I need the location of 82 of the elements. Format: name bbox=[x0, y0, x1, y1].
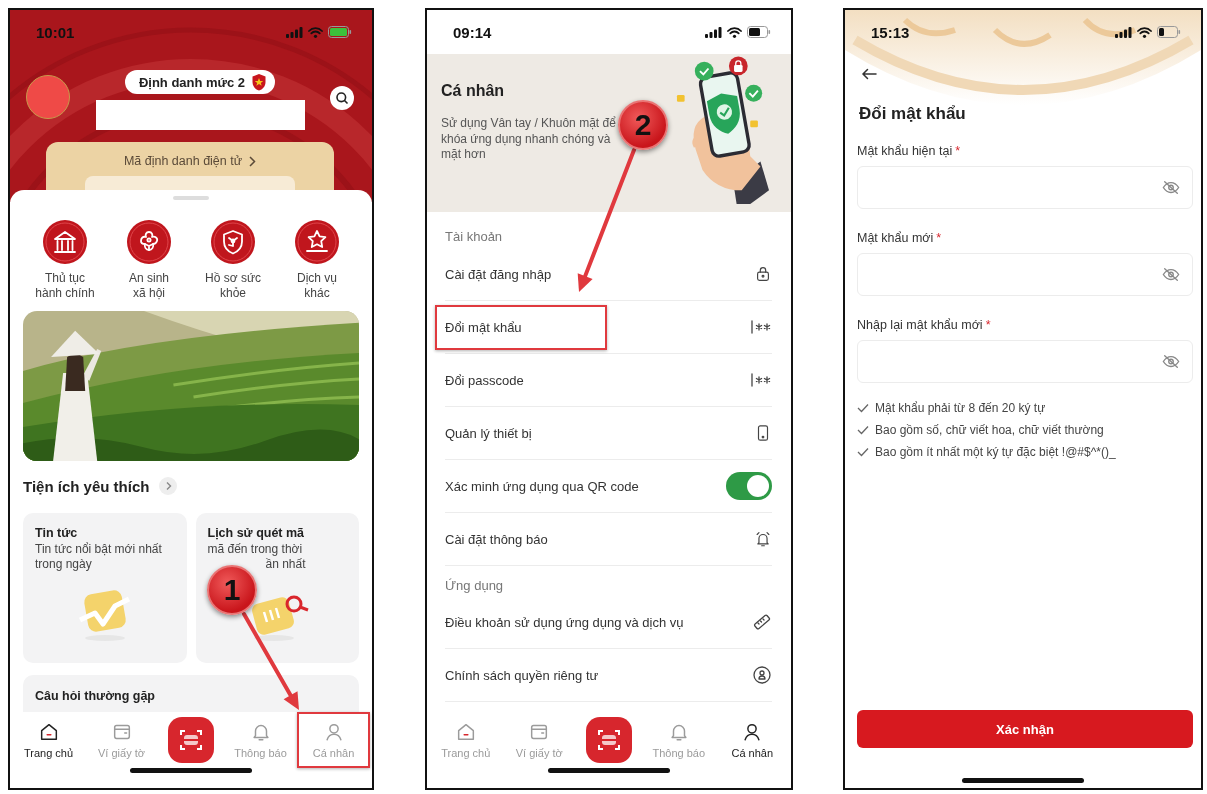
card-title: Lịch sử quét mã bbox=[207, 526, 305, 540]
scan-icon bbox=[178, 727, 204, 753]
wifi-icon bbox=[1137, 26, 1152, 38]
card-description: trong ngày bbox=[35, 557, 92, 572]
intro-text: mặt hơn bbox=[441, 147, 486, 163]
service-item[interactable]: Dịch vụ khác bbox=[275, 220, 359, 301]
settings-row[interactable]: Quản lý thiết bị bbox=[445, 407, 772, 460]
card-title: Tin tức bbox=[35, 526, 78, 540]
password-field[interactable] bbox=[857, 253, 1193, 296]
settings-row[interactable]: Xác minh ứng dụng qua QR code bbox=[445, 460, 772, 513]
section-title: Ứng dụng bbox=[445, 577, 505, 595]
password-field[interactable] bbox=[857, 340, 1193, 383]
chevron-icon bbox=[249, 155, 257, 167]
service-item[interactable]: Hồ sơ sức khỏe bbox=[191, 220, 275, 301]
scan-button[interactable] bbox=[586, 717, 632, 763]
card-description: ần nhất bbox=[265, 557, 306, 572]
search-icon[interactable] bbox=[330, 86, 354, 110]
battery-icon bbox=[1157, 26, 1181, 38]
service-item[interactable]: Thủ tục hành chính bbox=[23, 220, 107, 301]
check-icon bbox=[857, 425, 869, 435]
lock-icon bbox=[754, 265, 772, 283]
settings-row[interactable]: Cài đặt thông báo bbox=[445, 513, 772, 566]
shield-star-icon bbox=[251, 73, 268, 91]
battery-icon bbox=[747, 26, 771, 38]
wifi-icon bbox=[727, 26, 742, 38]
intro-text: khóa ứng dụng nhanh chóng và bbox=[441, 131, 611, 147]
scan-button[interactable] bbox=[168, 717, 214, 763]
ruler-icon bbox=[752, 612, 772, 632]
avatar bbox=[26, 75, 70, 119]
settings-row[interactable]: Điều khoản sử dụng ứng dụng và dịch vụ bbox=[445, 596, 772, 649]
tab-item[interactable]: Cá nhân bbox=[715, 712, 789, 768]
settings-row[interactable]: Chính sách quyền riêng tư bbox=[445, 649, 772, 702]
intro-text: Sử dụng Vân tay / Khuôn mặt để bbox=[441, 116, 616, 132]
status-time: 10:01 bbox=[36, 23, 75, 41]
check-icon bbox=[857, 403, 869, 413]
scan-icon bbox=[596, 727, 622, 753]
rule-text: Mật khẩu phải từ 8 đến 20 ký tự bbox=[875, 401, 1046, 415]
sheet-handle bbox=[173, 196, 209, 200]
password-mask-icon bbox=[750, 373, 772, 387]
tab-item[interactable]: Trang chủ bbox=[12, 712, 85, 768]
flower-icon bbox=[127, 220, 171, 264]
faq-card[interactable]: Câu hỏi thường gặp bbox=[23, 675, 359, 712]
signal-icon bbox=[705, 26, 722, 38]
card-description: Tin tức nổi bật mới nhất bbox=[35, 542, 162, 557]
page-title: Cá nhân bbox=[441, 82, 506, 100]
settings-row[interactable]: Đổi passcode bbox=[445, 354, 772, 407]
signal-icon bbox=[1115, 26, 1132, 38]
field-label: Nhập lại mật khẩu mới * bbox=[857, 318, 991, 332]
card-description: mã đến trong thời bbox=[207, 542, 303, 557]
eye-off-icon[interactable] bbox=[1162, 180, 1180, 195]
id-card-link[interactable]: Mã định danh điện tử bbox=[123, 154, 257, 168]
check-icon bbox=[857, 447, 869, 457]
card-title: Câu hỏi thường gặp bbox=[35, 689, 155, 703]
settings-row[interactable]: Đổi mật khẩu bbox=[445, 301, 772, 354]
rule-text: Bao gồm ít nhất một ký tự đặc biệt !@#$^*()_ bbox=[875, 445, 1116, 459]
service-item[interactable]: An sinh xã hội bbox=[107, 220, 191, 301]
status-time: 15:13 bbox=[871, 23, 910, 41]
confirm-button[interactable]: Xác nhận bbox=[857, 710, 1193, 748]
person-circle-icon bbox=[752, 665, 772, 685]
toggle-switch[interactable] bbox=[726, 472, 772, 500]
alarm-bell-icon bbox=[754, 529, 772, 549]
star-icon bbox=[295, 220, 339, 264]
eye-off-icon[interactable] bbox=[1162, 267, 1180, 282]
section-title: Tiện ích yêu thích bbox=[23, 477, 150, 495]
status-time: 09:14 bbox=[453, 23, 492, 41]
feature-card[interactable]: Tin tức Tin tức nổi bật mới nhất trong ngày bbox=[23, 513, 187, 663]
shield-icon bbox=[211, 220, 255, 264]
section-title: Tài khoản bbox=[445, 228, 504, 246]
field-label: Mật khẩu mới * bbox=[857, 231, 942, 245]
password-mask-icon bbox=[750, 320, 772, 334]
building-icon bbox=[43, 220, 87, 264]
signal-icon bbox=[286, 26, 303, 38]
battery-icon bbox=[328, 26, 352, 38]
password-field[interactable] bbox=[857, 166, 1193, 209]
back-arrow-icon[interactable] bbox=[861, 68, 877, 80]
field-label: Mật khẩu hiện tại * bbox=[857, 144, 961, 158]
page-title: Đổi mật khẩu bbox=[859, 104, 967, 124]
wifi-icon bbox=[308, 26, 323, 38]
chevron-icon[interactable] bbox=[159, 477, 178, 495]
rule-text: Bao gồm số, chữ viết hoa, chữ viết thường bbox=[875, 423, 1104, 437]
level-text: Định danh mức 2 bbox=[138, 74, 246, 90]
eye-off-icon[interactable] bbox=[1162, 354, 1180, 369]
